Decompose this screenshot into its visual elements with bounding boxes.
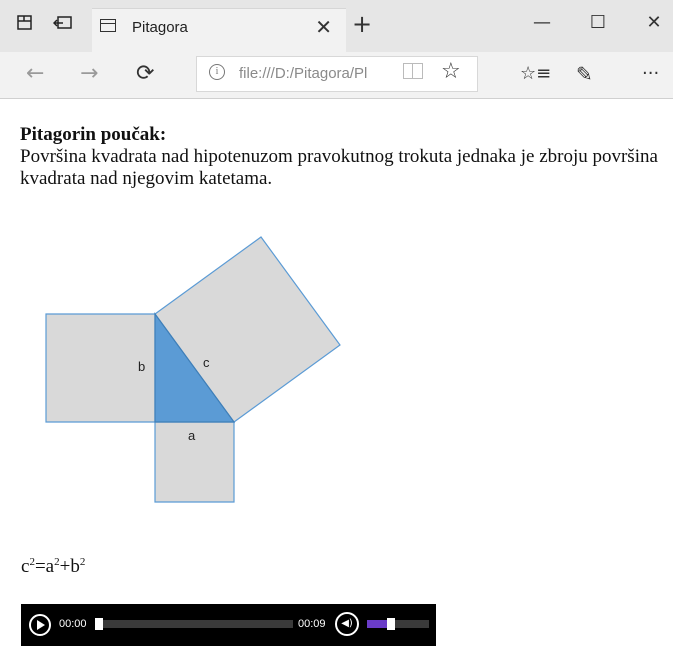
tab-title: Pitagora bbox=[132, 19, 188, 36]
formula-equals: = bbox=[34, 556, 46, 577]
navigation-bar: ← → ⟳ i file:///D:/Pitagora/Pl ☆ ☆≡ ✎ ··… bbox=[0, 52, 673, 99]
tab-pitagora[interactable]: Pitagora ✕ bbox=[92, 8, 346, 53]
reading-view-icon[interactable] bbox=[403, 63, 423, 79]
pythagoras-diagram: b c a bbox=[45, 236, 341, 503]
label-a: a bbox=[188, 428, 196, 443]
maximize-button[interactable]: ☐ bbox=[578, 12, 618, 33]
page-heading: Pitagorin poučak: bbox=[20, 124, 167, 145]
seek-bar[interactable] bbox=[103, 620, 293, 628]
back-icon[interactable]: ← bbox=[26, 60, 44, 88]
formula-plus: + bbox=[59, 556, 71, 577]
notes-pen-icon[interactable]: ✎ bbox=[576, 60, 593, 88]
page-content: Pitagorin poučak: Površina kvadrata nad … bbox=[20, 124, 660, 190]
volume-level bbox=[367, 620, 387, 628]
volume-icon[interactable]: ◀) bbox=[335, 612, 359, 636]
label-c: c bbox=[203, 355, 210, 370]
audio-player: 00:00 00:09 ◀) bbox=[21, 604, 436, 646]
seek-thumb[interactable] bbox=[95, 618, 103, 630]
address-text[interactable]: file:///D:/Pitagora/Pl bbox=[239, 65, 399, 82]
new-tab-button[interactable]: + bbox=[352, 12, 372, 36]
formula-b: b bbox=[70, 556, 80, 577]
minimize-button[interactable]: — bbox=[522, 12, 562, 33]
duration: 00:09 bbox=[298, 618, 326, 630]
tab-preview-icon[interactable] bbox=[14, 14, 36, 36]
info-icon[interactable]: i bbox=[209, 64, 225, 80]
volume-thumb[interactable] bbox=[387, 618, 395, 630]
page-icon bbox=[100, 19, 116, 32]
tab-bar: Pitagora ✕ + — ☐ ✕ bbox=[0, 0, 673, 53]
play-button[interactable] bbox=[29, 614, 51, 636]
label-b: b bbox=[138, 359, 145, 374]
close-window-button[interactable]: ✕ bbox=[634, 12, 673, 33]
favorites-hub-icon[interactable]: ☆≡ bbox=[520, 60, 551, 88]
favorite-star-icon[interactable]: ☆ bbox=[441, 59, 461, 84]
current-time: 00:00 bbox=[59, 618, 87, 630]
formula-exp-b: 2 bbox=[79, 556, 86, 568]
formula-a: a bbox=[45, 556, 55, 577]
more-icon[interactable]: ··· bbox=[642, 60, 659, 88]
refresh-icon[interactable]: ⟳ bbox=[136, 60, 154, 88]
close-tab-icon[interactable]: ✕ bbox=[315, 15, 332, 39]
formula: c2=a2+b2 bbox=[21, 556, 85, 578]
address-bar[interactable]: i file:///D:/Pitagora/Pl ☆ bbox=[196, 56, 478, 92]
set-aside-tabs-icon[interactable] bbox=[52, 14, 74, 36]
forward-icon[interactable]: → bbox=[80, 60, 98, 88]
theorem-text: Površina kvadrata nad hipotenuzom pravok… bbox=[20, 146, 658, 189]
